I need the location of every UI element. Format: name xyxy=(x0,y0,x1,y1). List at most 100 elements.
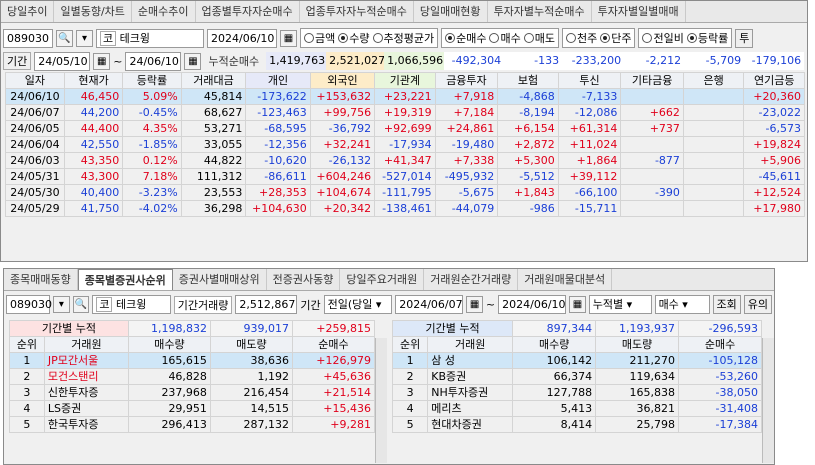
stock-code-input[interactable]: 089030 xyxy=(3,28,53,48)
radio-option[interactable]: 추정평균가 xyxy=(372,30,434,46)
top-tab[interactable]: 일별동향/차트 xyxy=(54,1,132,22)
top-tab[interactable]: 업종투자자누적순매수 xyxy=(300,1,414,22)
sell-ranking-scrollbar[interactable] xyxy=(762,338,774,463)
radio-option[interactable]: 순매수 xyxy=(445,30,486,46)
bottom-stock-code-input[interactable]: 089030 xyxy=(6,295,52,314)
column-header[interactable]: 거래원 xyxy=(43,336,129,353)
column-header[interactable]: 매수량 xyxy=(127,336,211,353)
query-button[interactable]: 조회 xyxy=(712,295,741,314)
table-row[interactable]: 4 메리츠 5,413 36,821 -31,408 xyxy=(391,400,762,417)
bottom-stock-name: 테크윙 xyxy=(115,298,147,311)
column-header[interactable]: 거래원 xyxy=(427,336,514,353)
bottom-tab[interactable]: 전증권사동향 xyxy=(267,269,341,290)
table-row[interactable]: 2 모건스탠리 46,828 1,192 +45,636 xyxy=(9,368,376,385)
table-row[interactable]: 1 JP모간서울 165,615 38,636 +126,979 xyxy=(9,352,376,369)
table-row[interactable]: 3 신한투자증 237,968 216,454 +21,514 xyxy=(9,384,376,401)
table-row[interactable]: 24/05/30 40,400 -3.23% 23,553 +28,353 +104,67… xyxy=(5,184,805,201)
notice-button[interactable]: 유의 xyxy=(743,295,772,314)
radio-label: 단주 xyxy=(611,32,632,45)
radio-option[interactable]: 매도 xyxy=(523,30,555,46)
top-tab[interactable]: 투자자별누적순매수 xyxy=(488,1,592,22)
mode-select[interactable]: 누적별 ▾ xyxy=(588,295,652,314)
column-header[interactable]: 투신 xyxy=(557,72,622,89)
column-header[interactable]: 보험 xyxy=(497,72,559,89)
column-header[interactable]: 순매수 xyxy=(678,336,762,353)
column-header[interactable]: 매도량 xyxy=(595,336,680,353)
bottom-tab[interactable]: 당일주요거래원 xyxy=(340,269,425,290)
table-row[interactable]: 24/05/31 43,300 7.18% 111,312 -86,611 +604,24… xyxy=(5,168,805,185)
from-calendar-icon[interactable]: ▦ xyxy=(93,52,111,70)
table-row[interactable]: 1삼 성 106,142 211,270 -105,128 xyxy=(391,352,762,369)
bottom-tab[interactable]: 종목별증권사순위 xyxy=(77,269,173,290)
column-header[interactable]: 연기금등 xyxy=(743,72,805,89)
table-row[interactable]: 4 LS증권 29,951 14,515 +15,436 xyxy=(9,400,376,417)
bottom-to-date-input[interactable]: 2024/06/10 xyxy=(498,295,567,314)
column-header[interactable]: 일자 xyxy=(5,72,65,89)
table-row[interactable]: 3 NH투자증권 127,788 165,838 -38,050 xyxy=(391,384,762,401)
bottom-from-calendar-icon[interactable]: ▦ xyxy=(466,296,483,313)
radio-option[interactable]: 수량 xyxy=(338,30,370,46)
investor-button[interactable]: 투 xyxy=(735,28,754,48)
top-tab[interactable]: 투자자별일별매매 xyxy=(592,1,686,22)
stock-list-icon[interactable]: ▾ xyxy=(76,29,93,47)
top-tab[interactable]: 당일매매현황 xyxy=(414,1,488,22)
table-row[interactable]: 5 한국투자증 296,413 287,132 +9,281 xyxy=(9,416,376,433)
type-select[interactable]: 매수 ▾ xyxy=(654,295,710,314)
table-row[interactable]: 24/06/05 44,400 4.35% 53,271 -68,595 -36,792 +… xyxy=(5,120,805,137)
column-header[interactable]: 순위 xyxy=(391,336,429,353)
radio-option[interactable]: 금액 xyxy=(304,30,335,46)
column-header[interactable]: 거래대금 xyxy=(180,72,247,89)
table-row[interactable]: 24/06/04 42,550 -1.85% 33,055 -12,356 +32,241… xyxy=(5,136,805,153)
bottom-to-calendar-icon[interactable]: ▦ xyxy=(569,296,586,313)
from-date-input[interactable]: 24/05/10 xyxy=(34,51,91,71)
date-input[interactable]: 2024/06/10 xyxy=(207,28,277,48)
radio-option[interactable]: 매수 xyxy=(489,30,521,46)
bottom-search-icon[interactable]: 🔍 xyxy=(72,296,90,313)
top-tab[interactable]: 순매수추이 xyxy=(132,1,196,22)
column-header[interactable]: 매도량 xyxy=(209,336,293,353)
period-select[interactable]: 전일(당일 ▾ xyxy=(323,295,393,314)
bottom-tab[interactable]: 증권사별매매상위 xyxy=(173,269,267,290)
table-row[interactable]: 24/05/29 41,750 -4.02% 36,298 +104,630 +20,34… xyxy=(5,200,805,217)
to-calendar-icon[interactable]: ▦ xyxy=(184,52,202,70)
stock-name-field[interactable]: 코 테크윙 xyxy=(96,28,204,48)
bottom-stock-name-field[interactable]: 코 테크윙 xyxy=(92,295,171,314)
top-tab[interactable]: 업종별투자자순매수 xyxy=(196,1,300,22)
radio-option[interactable]: 등락률 xyxy=(686,30,728,46)
period-sum-value: 1,198,832 xyxy=(127,320,211,337)
buy-ranking-scrollbar[interactable] xyxy=(375,338,387,463)
radio-option[interactable]: 전일비 xyxy=(642,30,684,46)
table-row[interactable]: 24/06/10 46,450 5.09% 45,814 -173,622 +153,63… xyxy=(5,88,805,105)
radio-option[interactable]: 단주 xyxy=(600,30,631,46)
table-cell: 127,788 xyxy=(512,384,597,401)
radio-label: 순매수 xyxy=(456,32,487,45)
bottom-tab[interactable]: 종목매매동향 xyxy=(4,269,78,290)
column-header[interactable]: 은행 xyxy=(682,72,745,89)
column-header[interactable]: 등락률 xyxy=(122,72,182,89)
calendar-icon[interactable]: ▦ xyxy=(280,29,297,47)
to-date-input[interactable]: 24/06/10 xyxy=(125,51,182,71)
cumulative-value: -233,200 xyxy=(562,52,625,70)
table-row[interactable]: 2 KB증권 66,374 119,634 -53,260 xyxy=(391,368,762,385)
table-cell: +104,674 xyxy=(309,184,376,201)
column-header[interactable]: 순매수 xyxy=(291,336,376,353)
bottom-from-date-input[interactable]: 2024/06/07 xyxy=(395,295,464,314)
radio-option[interactable]: 천주 xyxy=(565,30,597,46)
column-header[interactable]: 금융투자 xyxy=(434,72,499,89)
table-row[interactable]: 5 현대차증권 8,414 25,798 -17,384 xyxy=(391,416,762,433)
column-header[interactable]: 현재가 xyxy=(63,72,124,89)
column-header[interactable]: 순위 xyxy=(9,336,45,353)
table-row[interactable]: 24/06/03 43,350 0.12% 44,822 -10,620 -26,132 +… xyxy=(5,152,805,169)
column-header[interactable]: 개인 xyxy=(245,72,311,89)
search-icon[interactable]: 🔍 xyxy=(56,29,73,47)
top-tab[interactable]: 당일추이 xyxy=(1,1,55,22)
column-header[interactable]: 매수량 xyxy=(512,336,597,353)
bottom-tab[interactable]: 거래원순간거래량 xyxy=(424,269,519,290)
table-row[interactable]: 24/06/07 44,200 -0.45% 68,627 -123,463 +99,75… xyxy=(5,104,805,121)
column-header[interactable]: 외국인 xyxy=(309,72,376,89)
column-header[interactable]: 기타금융 xyxy=(620,72,684,89)
column-header[interactable]: 기관계 xyxy=(374,72,436,89)
table-cell: 메리츠 xyxy=(427,400,514,417)
bottom-stock-list-icon[interactable]: ▾ xyxy=(53,296,70,313)
bottom-tab[interactable]: 거래원매물대분석 xyxy=(518,269,613,290)
